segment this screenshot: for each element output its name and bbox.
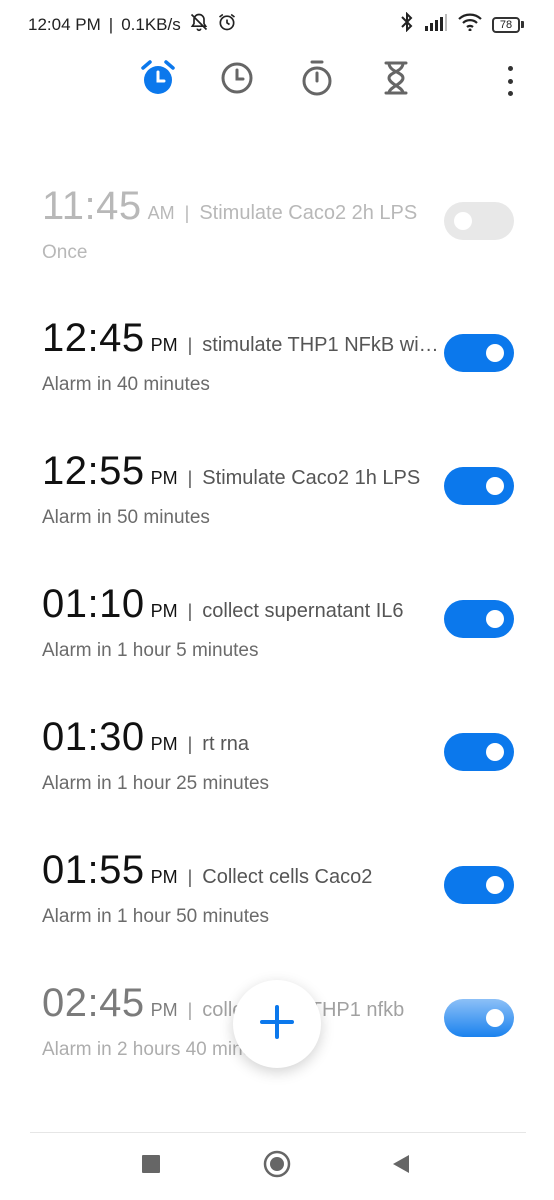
clock-icon	[219, 60, 255, 101]
signal-icon	[424, 13, 448, 36]
alarm-subtitle: Alarm in 1 hour 50 minutes	[42, 906, 270, 927]
system-nav-bar	[0, 1146, 554, 1186]
alarm-toggle[interactable]	[444, 866, 514, 904]
more-options-button[interactable]	[500, 66, 520, 96]
home-circle-icon	[263, 1150, 291, 1183]
status-separator: |	[108, 14, 114, 34]
network-speed: 0.1KB/s	[121, 14, 181, 34]
alarm-ampm: PM	[150, 1000, 178, 1020]
alarm-toggle[interactable]	[444, 999, 514, 1037]
alarm-toggle[interactable]	[444, 202, 514, 240]
alarm-time: 02:45	[42, 981, 145, 1025]
wifi-icon	[458, 13, 482, 36]
alarm-separator: |	[184, 203, 190, 223]
alarm-toggle[interactable]	[444, 334, 514, 372]
alarm-subtitle: Alarm in 40 minutes	[42, 374, 210, 395]
bluetooth-icon	[400, 11, 414, 37]
alarm-item[interactable]: 11:45 AM | Stimulate Caco2 2h LPS Once	[0, 184, 554, 294]
alarm-ampm: PM	[150, 335, 178, 355]
alarm-time: 12:55	[42, 449, 145, 493]
alarm-subtitle: Once	[42, 242, 88, 263]
nav-divider	[30, 1132, 526, 1133]
battery-level: 78	[492, 16, 520, 33]
tab-stopwatch[interactable]	[295, 56, 339, 104]
alarm-clock-icon	[138, 58, 178, 103]
tab-clock[interactable]	[215, 56, 259, 104]
alarm-time: 01:55	[42, 848, 145, 892]
alarm-time: 01:30	[42, 715, 145, 759]
stopwatch-icon	[299, 59, 335, 102]
alarm-label: Stimulate Caco2 1h LPS	[202, 467, 421, 489]
alarm-ampm: AM	[147, 203, 175, 223]
status-time: 12:04 PM	[28, 14, 101, 34]
battery-icon: 78	[492, 16, 524, 33]
clock-tabs	[0, 56, 554, 104]
alarm-subtitle: Alarm in 50 minutes	[42, 507, 210, 528]
recents-button[interactable]	[131, 1146, 171, 1186]
alarm-subtitle: Alarm in 1 hour 25 minutes	[42, 773, 270, 794]
alarm-item[interactable]: 01:30 PM | rt rna Alarm in 1 hour 25 min…	[0, 715, 554, 825]
more-dot-icon	[507, 91, 513, 96]
alarm-subtitle: Alarm in 1 hour 5 minutes	[42, 640, 259, 661]
alarm-ampm: PM	[150, 601, 178, 621]
alarm-label: rt rna	[202, 733, 249, 755]
hourglass-icon	[381, 60, 411, 101]
bell-off-icon	[189, 12, 209, 37]
alarm-separator: |	[187, 601, 193, 621]
alarm-toggle[interactable]	[444, 467, 514, 505]
alarm-label: Collect cells Caco2	[202, 866, 373, 888]
tab-alarm[interactable]	[136, 56, 180, 104]
alarm-separator: |	[187, 734, 193, 754]
alarm-toggle[interactable]	[444, 600, 514, 638]
status-left: 12:04 PM | 0.1KB/s	[28, 12, 237, 37]
alarm-time: 01:10	[42, 582, 145, 626]
more-dot-icon	[507, 78, 513, 84]
alarm-separator: |	[187, 468, 193, 488]
alarm-ampm: PM	[150, 468, 178, 488]
status-bar: 12:04 PM | 0.1KB/s 78	[0, 0, 554, 46]
alarm-item[interactable]: 01:55 PM | Collect cells Caco2 Alarm in …	[0, 848, 554, 958]
alarm-time: 12:45	[42, 316, 145, 360]
plus-icon	[259, 1004, 295, 1045]
home-button[interactable]	[257, 1146, 297, 1186]
back-button[interactable]	[381, 1146, 421, 1186]
alarm-item[interactable]: 12:45 PM | stimulate THP1 NFkB with LPS …	[0, 316, 554, 426]
more-dot-icon	[507, 66, 513, 71]
alarm-label: stimulate THP1 NFkB with LPS	[202, 334, 440, 356]
alarm-separator: |	[187, 867, 193, 887]
alarm-label: collect supernatant IL6	[202, 600, 404, 622]
alarm-time: 11:45	[42, 184, 142, 228]
alarm-ampm: PM	[150, 734, 178, 754]
back-triangle-icon	[392, 1154, 410, 1179]
alarm-clock-icon	[217, 12, 237, 37]
alarm-item[interactable]: 01:10 PM | collect supernatant IL6 Alarm…	[0, 582, 554, 692]
tab-timer[interactable]	[374, 56, 418, 104]
alarm-toggle[interactable]	[444, 733, 514, 771]
alarm-label: Stimulate Caco2 2h LPS	[199, 202, 418, 224]
add-alarm-button[interactable]	[233, 980, 321, 1068]
alarm-ampm: PM	[150, 867, 178, 887]
status-right: 78	[400, 11, 524, 37]
alarm-separator: |	[187, 1000, 193, 1020]
alarm-separator: |	[187, 335, 193, 355]
alarm-item[interactable]: 12:55 PM | Stimulate Caco2 1h LPS Alarm …	[0, 449, 554, 559]
recents-square-icon	[142, 1154, 160, 1178]
